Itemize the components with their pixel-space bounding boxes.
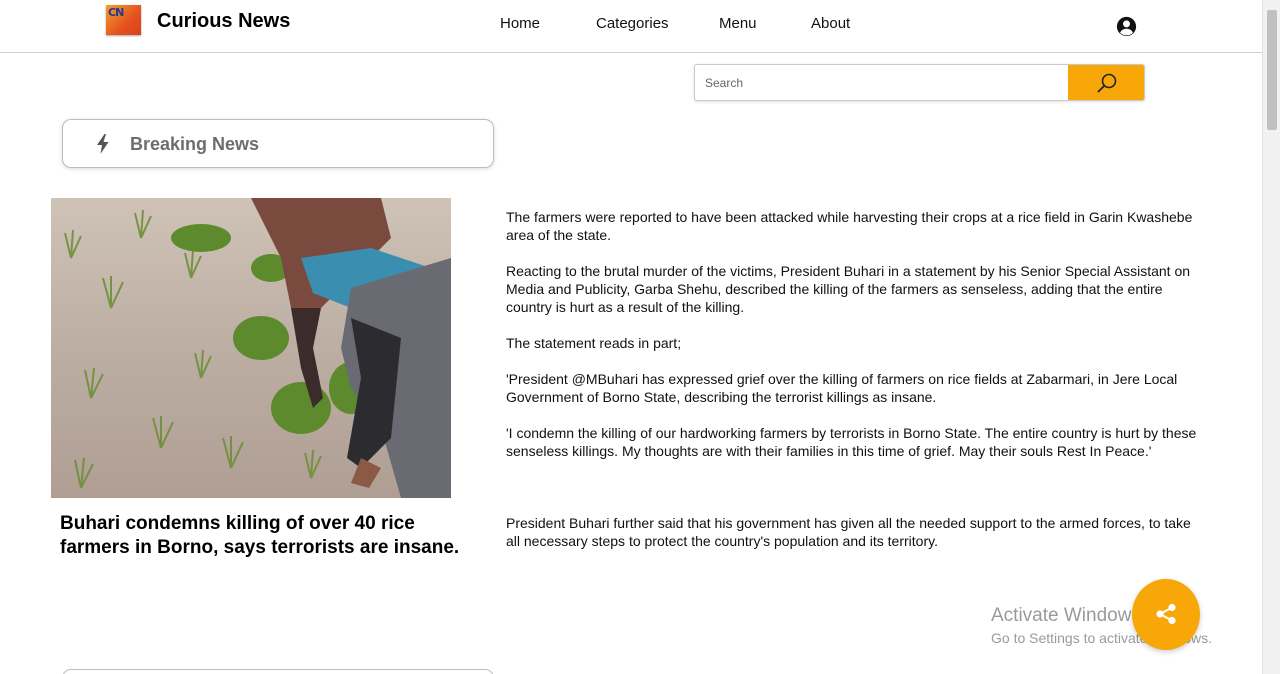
nav-home[interactable]: Home	[500, 15, 540, 32]
article-image[interactable]	[51, 198, 451, 498]
share-button[interactable]	[1132, 579, 1200, 650]
nav-about[interactable]: About	[811, 15, 850, 32]
page: CN Curious News Home Categories Menu Abo…	[0, 0, 1280, 674]
logo-text: CN	[108, 6, 124, 19]
nav-categories[interactable]: Categories	[596, 15, 669, 32]
article-paragraph: The farmers were reported to have been a…	[506, 209, 1193, 243]
rice-field-photo	[51, 198, 451, 498]
article-paragraph: Reacting to the brutal murder of the vic…	[506, 263, 1191, 315]
article-headline[interactable]: Buhari condemns killing of over 40 rice …	[60, 512, 485, 560]
navbar: CN Curious News Home Categories Menu Abo…	[0, 0, 1262, 53]
article-paragraph: The statement reads in part;	[506, 335, 682, 351]
scrollbar-thumb[interactable]	[1267, 10, 1277, 130]
breaking-news-label: Breaking News	[130, 134, 260, 154]
account-circle-icon[interactable]	[1116, 16, 1137, 37]
magnifier-icon	[1097, 73, 1117, 93]
brand-name[interactable]: Curious News	[157, 10, 290, 33]
next-news-card[interactable]	[62, 669, 494, 674]
breaking-news-card[interactable]: Breaking News	[62, 119, 494, 168]
article-paragraph: 'President @MBuhari has expressed grief …	[506, 371, 1178, 405]
nav-menu[interactable]: Menu	[719, 15, 757, 32]
share-icon	[1156, 603, 1176, 625]
article-paragraph-final: President Buhari further said that his g…	[506, 515, 1191, 549]
article-body: The farmers were reported to have been a…	[506, 208, 1206, 478]
article-paragraph: 'I condemn the killing of our hardworkin…	[506, 425, 1197, 459]
search-input[interactable]	[695, 65, 1068, 100]
search-bar	[694, 64, 1145, 101]
bolt-icon	[97, 134, 109, 154]
logo[interactable]: CN	[106, 5, 141, 35]
search-button[interactable]	[1068, 65, 1144, 100]
scrollbar[interactable]	[1262, 0, 1280, 674]
